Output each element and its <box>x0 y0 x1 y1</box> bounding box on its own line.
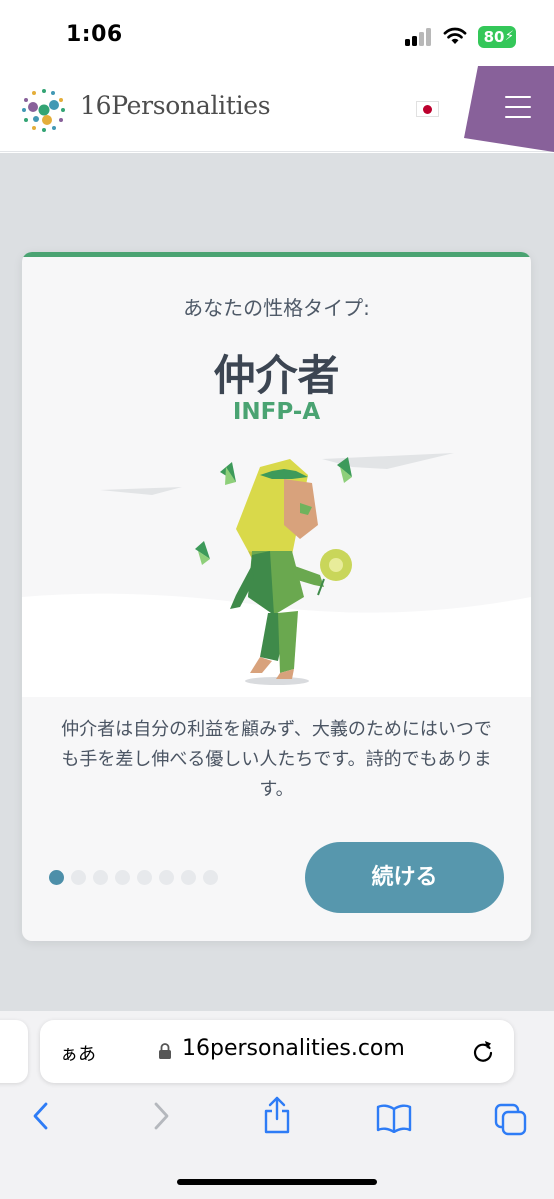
progress-dot-3[interactable] <box>93 870 108 885</box>
result-card: あなたの性格タイプ: 仲介者 INFP-A 仲介者は自分の利益を顧みず、大義のた… <box>22 252 531 941</box>
forward-icon[interactable] <box>150 1101 172 1131</box>
hamburger-icon[interactable] <box>505 96 531 118</box>
progress-dot-5[interactable] <box>137 870 152 885</box>
battery-icon: 80 ⚡ <box>478 26 516 48</box>
continue-button[interactable]: 続ける <box>305 842 504 913</box>
logo-text[interactable]: 16Personalities <box>80 91 271 120</box>
progress-dot-1[interactable] <box>49 870 64 885</box>
mediator-character-illustration <box>22 453 531 697</box>
back-icon[interactable] <box>30 1101 52 1131</box>
browser-toolbar <box>0 1091 554 1151</box>
bookmarks-icon[interactable] <box>376 1103 412 1133</box>
browser-chrome: ぁあ 16personalities.com <box>0 1011 554 1199</box>
progress-dot-2[interactable] <box>71 870 86 885</box>
share-icon[interactable] <box>262 1095 292 1135</box>
progress-dot-7[interactable] <box>181 870 196 885</box>
progress-dot-6[interactable] <box>159 870 174 885</box>
address-bar[interactable]: ぁあ 16personalities.com <box>40 1020 514 1083</box>
japan-flag-icon[interactable] <box>416 101 439 117</box>
progress-dot-8[interactable] <box>203 870 218 885</box>
charging-icon: ⚡ <box>504 29 514 44</box>
progress-dot-4[interactable] <box>115 870 130 885</box>
logo-icon[interactable] <box>16 82 72 138</box>
type-label: あなたの性格タイプ: <box>183 296 370 320</box>
type-name: 仲介者 <box>213 351 340 400</box>
tabs-icon[interactable] <box>494 1103 528 1137</box>
site-header: 16Personalities <box>0 66 554 152</box>
type-description: 仲介者は自分の利益を顧みず、大義のためにはいつでも手を差し伸べる優しい人たちです… <box>61 719 492 800</box>
home-indicator <box>177 1179 377 1185</box>
text-size-button[interactable]: ぁあ <box>60 1040 96 1066</box>
status-bar: 1:06 80 ⚡ <box>0 0 554 70</box>
type-code: INFP-A <box>232 399 321 425</box>
reload-icon[interactable] <box>470 1038 496 1064</box>
lock-icon <box>159 1043 171 1059</box>
status-time: 1:06 <box>66 22 123 47</box>
flag-circle <box>423 105 432 114</box>
cellular-signal-icon <box>405 28 433 46</box>
wifi-icon <box>443 27 467 44</box>
card-accent-bar <box>22 252 531 257</box>
url-text[interactable]: 16personalities.com <box>182 1036 405 1061</box>
previous-tab-preview[interactable] <box>0 1020 28 1083</box>
